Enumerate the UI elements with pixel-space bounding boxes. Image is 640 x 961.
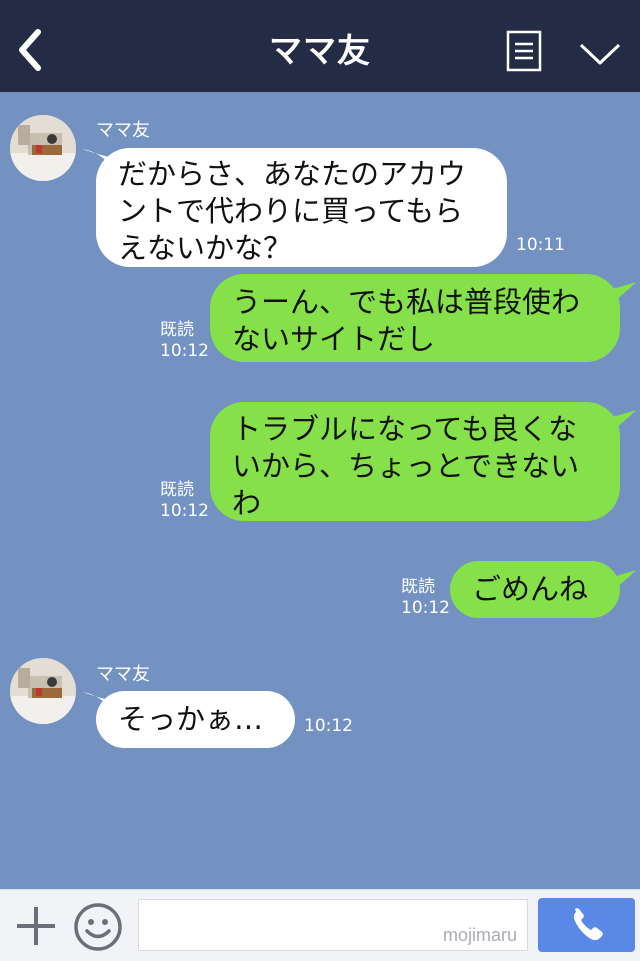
notes-icon[interactable] [506, 30, 542, 72]
input-bar: mojimaru [0, 889, 640, 961]
avatar[interactable] [10, 658, 76, 724]
watermark: mojimaru [442, 925, 517, 945]
message-input[interactable]: mojimaru [138, 899, 528, 951]
message-time: 10:12 [304, 716, 353, 736]
message-bubble[interactable]: うーん、でも私は普段使わ ないサイトだし [210, 274, 620, 362]
read-receipt: 既読 10:12 [160, 480, 209, 521]
chat-header: ママ友 [0, 0, 640, 92]
avatar[interactable] [10, 115, 76, 181]
chevron-down-icon[interactable] [578, 40, 622, 68]
plus-icon[interactable] [14, 904, 58, 948]
chat-title: ママ友 [269, 31, 371, 70]
avatar-photo-icon [10, 115, 76, 181]
phone-icon [573, 908, 603, 941]
message-bubble[interactable]: そっかぁ… [96, 691, 295, 748]
call-button[interactable] [538, 898, 635, 952]
sender-name: ママ友 [96, 120, 150, 141]
smiley-icon[interactable] [73, 902, 123, 952]
message-bubble[interactable]: だからさ、あなたのアカウ ントで代わりに買ってもら えないかな？ [96, 148, 507, 267]
read-receipt: 既読 10:12 [160, 320, 209, 361]
avatar-photo-icon [10, 658, 76, 724]
read-receipt: 既読 10:12 [401, 577, 450, 618]
message-time: 10:11 [516, 235, 565, 255]
message-bubble[interactable]: ごめんね [450, 561, 620, 618]
sender-name: ママ友 [96, 664, 150, 685]
message-bubble[interactable]: トラブルになっても良くな いから、ちょっとできない わ [210, 402, 620, 521]
